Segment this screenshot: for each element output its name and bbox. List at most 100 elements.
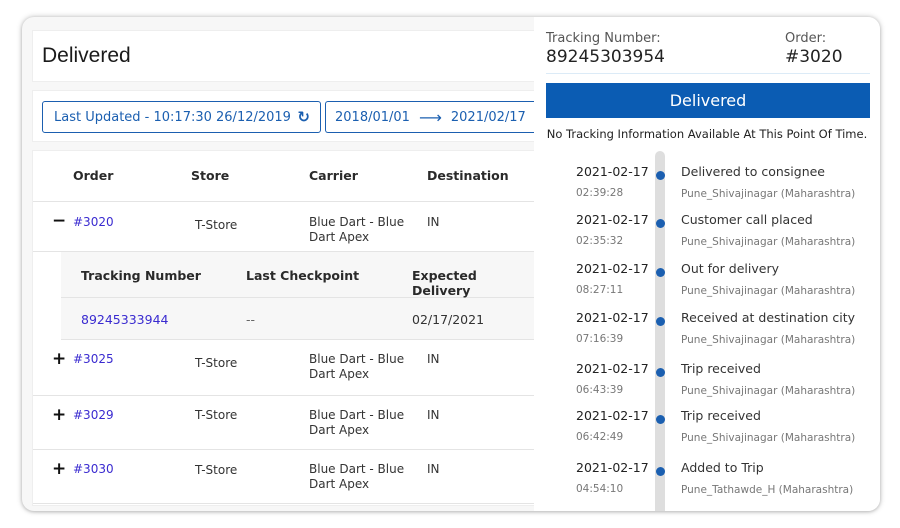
table-header: Order Store Carrier Destination: [33, 151, 535, 202]
timeline-dot-icon: [656, 171, 665, 180]
expected-delivery-cell: 02/17/2021: [412, 312, 485, 327]
event-date: 2021-02-17: [576, 261, 649, 276]
event-date: 2021-02-17: [576, 212, 649, 227]
timeline-event: 2021-02-17 06:43:39 Trip received Pune_S…: [534, 361, 880, 411]
col-expected-delivery: Expected Delivery: [412, 268, 477, 298]
event-description: Trip received: [681, 408, 761, 423]
event-description: Trip received: [681, 361, 761, 376]
tracking-subtable-row: 89245333944 -- 02/17/2021: [61, 298, 535, 340]
event-location: Pune_Shivajinagar (Maharashtra): [681, 432, 856, 444]
divider: [546, 73, 870, 74]
event-description: Added to Trip: [681, 460, 764, 475]
tracking-notice: No Tracking Information Available At Thi…: [546, 127, 868, 141]
event-date: 2021-02-17: [576, 164, 649, 179]
tracking-number-value: 89245303954: [546, 47, 665, 67]
orders-table: Order Store Carrier Destination − #3020 …: [32, 150, 535, 506]
event-date: 2021-02-17: [576, 460, 649, 475]
order-link[interactable]: #3020: [73, 215, 114, 230]
timeline-event: 2021-02-17 02:35:32 Customer call placed…: [534, 212, 880, 262]
refresh-icon[interactable]: ↻: [297, 108, 310, 126]
col-carrier: Carrier: [309, 168, 358, 183]
destination-cell: IN: [427, 408, 440, 422]
tracking-number-link[interactable]: 89245333944: [81, 312, 168, 327]
event-location: Pune_Tathawde_H (Maharashtra): [681, 484, 854, 496]
store-cell: T-Store: [195, 356, 238, 370]
event-location: Pune_Shivajinagar (Maharashtra): [681, 385, 856, 397]
timeline-dot-icon: [656, 268, 665, 277]
tracking-subtable-header: Tracking Number Last Checkpoint Expected…: [61, 252, 535, 298]
order-value: #3020: [785, 47, 843, 67]
expand-toggle[interactable]: +: [52, 351, 66, 368]
event-date: 2021-02-17: [576, 408, 649, 423]
page-title: Delivered: [42, 44, 131, 67]
shipment-card: Delivered Last Updated - 10:17:30 26/12/…: [22, 17, 880, 511]
carrier-cell: Blue Dart - Blue Dart Apex: [309, 462, 405, 491]
destination-cell: IN: [427, 462, 440, 476]
timeline-dot-icon: [656, 317, 665, 326]
last-updated-label: Last Updated - 10:17:30 26/12/2019: [54, 109, 291, 125]
filter-bar: Last Updated - 10:17:30 26/12/2019 ↻ 201…: [32, 90, 540, 142]
store-cell: T-Store: [195, 408, 238, 422]
timeline-event: 2021-02-17 04:54:10 Added to Trip Pune_T…: [534, 460, 880, 510]
last-checkpoint-cell: --: [246, 312, 256, 327]
timeline-dot-icon: [656, 467, 665, 476]
event-description: Delivered to consignee: [681, 164, 826, 179]
event-location: Pune_Shivajinagar (Maharashtra): [681, 334, 856, 346]
table-row: − #3020 T-Store Blue Dart - Blue Dart Ap…: [33, 202, 535, 252]
destination-cell: IN: [427, 215, 440, 229]
last-updated-button[interactable]: Last Updated - 10:17:30 26/12/2019 ↻: [42, 101, 321, 133]
store-cell: T-Store: [195, 218, 238, 232]
col-last-checkpoint: Last Checkpoint: [246, 268, 360, 283]
timeline-event: 2021-02-17 07:16:39 Received at destinat…: [534, 310, 880, 360]
event-location: Pune_Shivajinagar (Maharashtra): [681, 285, 856, 297]
table-row: + #3030 T-Store Blue Dart - Blue Dart Ap…: [33, 450, 535, 504]
event-time: 06:42:49: [576, 431, 624, 443]
timeline-event: 2021-02-17 06:42:49 Trip received Pune_S…: [534, 408, 880, 458]
event-description: Customer call placed: [681, 212, 813, 227]
event-time: 08:27:11: [576, 284, 624, 296]
table-row: + #3025 T-Store Blue Dart - Blue Dart Ap…: [33, 340, 535, 396]
col-order: Order: [73, 168, 114, 183]
event-time: 02:39:28: [576, 187, 624, 199]
status-banner: Delivered: [546, 83, 870, 118]
event-location: Pune_Shivajinagar (Maharashtra): [681, 236, 856, 248]
expand-toggle[interactable]: +: [52, 461, 66, 478]
col-tracking-number: Tracking Number: [81, 268, 201, 283]
collapse-toggle[interactable]: −: [52, 213, 66, 230]
timeline-dot-icon: [656, 219, 665, 228]
store-cell: T-Store: [195, 463, 238, 477]
event-time: 07:16:39: [576, 333, 624, 345]
expand-toggle[interactable]: +: [52, 407, 66, 424]
event-location: Pune_Shivajinagar (Maharashtra): [681, 188, 856, 200]
carrier-cell: Blue Dart - Blue Dart Apex: [309, 408, 405, 437]
col-store: Store: [191, 168, 230, 183]
event-date: 2021-02-17: [576, 361, 649, 376]
destination-cell: IN: [427, 352, 440, 366]
title-bar: Delivered: [32, 30, 534, 82]
order-link[interactable]: #3030: [73, 462, 114, 477]
carrier-cell: Blue Dart - Blue Dart Apex: [309, 215, 405, 244]
timeline-event: 2021-02-17 08:27:11 Out for delivery Pun…: [534, 261, 880, 311]
order-link[interactable]: #3025: [73, 352, 114, 367]
timeline-event: 2021-02-17 02:39:28 Delivered to consign…: [534, 164, 880, 214]
event-description: Received at destination city: [681, 310, 856, 325]
range-start[interactable]: 2018/01/01: [335, 110, 410, 125]
date-range-picker[interactable]: 2018/01/01 ⟶ 2021/02/17: [325, 101, 540, 133]
orders-panel: Delivered Last Updated - 10:17:30 26/12/…: [22, 17, 540, 511]
event-time: 02:35:32: [576, 235, 624, 247]
event-description: Out for delivery: [681, 261, 779, 276]
col-destination: Destination: [427, 168, 509, 183]
table-row: + #3029 T-Store Blue Dart - Blue Dart Ap…: [33, 396, 535, 450]
order-link[interactable]: #3029: [73, 408, 114, 423]
event-time: 06:43:39: [576, 384, 624, 396]
tracking-panel: Tracking Number: 89245303954 Order: #302…: [534, 17, 880, 511]
tracking-number-label: Tracking Number:: [546, 31, 661, 46]
event-time: 04:54:10: [576, 483, 624, 495]
range-end[interactable]: 2021/02/17: [451, 110, 526, 125]
order-label: Order:: [785, 31, 827, 46]
arrow-right-icon: ⟶: [418, 107, 442, 127]
timeline-dot-icon: [656, 368, 665, 377]
event-date: 2021-02-17: [576, 310, 649, 325]
timeline-dot-icon: [656, 415, 665, 424]
carrier-cell: Blue Dart - Blue Dart Apex: [309, 352, 405, 381]
